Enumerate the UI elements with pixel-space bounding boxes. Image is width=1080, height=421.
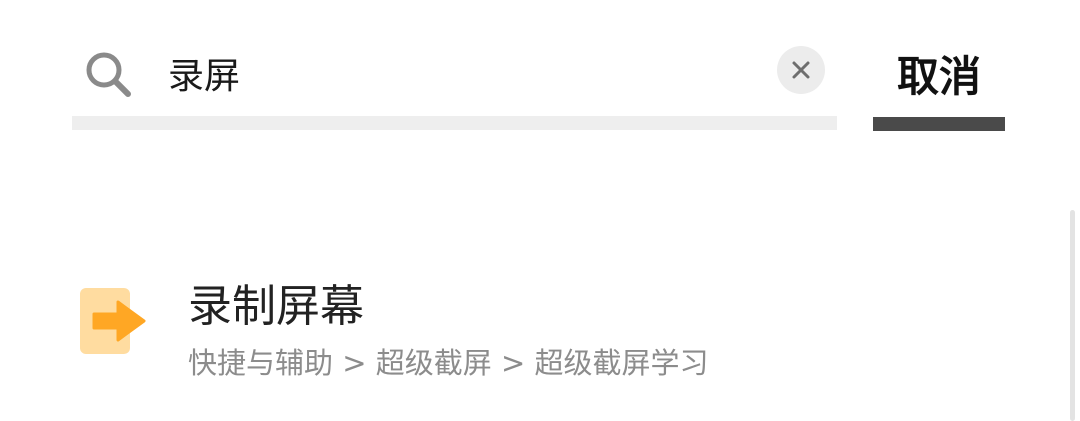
list-item[interactable]: 录制屏幕 快捷与辅助 > 超级截屏 > 超级截屏学习 [70, 256, 1030, 390]
result-breadcrumb: 快捷与辅助 > 超级截屏 > 超级截屏学习 [188, 346, 709, 380]
cancel-area: 取消 [873, 28, 1005, 132]
cancel-underline [873, 117, 1005, 131]
search-bar [72, 28, 837, 132]
clear-search-button[interactable] [777, 46, 825, 94]
search-icon [86, 52, 131, 97]
scrollbar[interactable] [1070, 210, 1075, 421]
arrow-right-icon [80, 288, 146, 354]
close-icon [792, 61, 810, 79]
search-input[interactable] [168, 42, 758, 104]
search-underline [72, 116, 837, 130]
result-title: 录制屏幕 [188, 281, 364, 332]
cancel-button[interactable]: 取消 [873, 42, 1005, 104]
